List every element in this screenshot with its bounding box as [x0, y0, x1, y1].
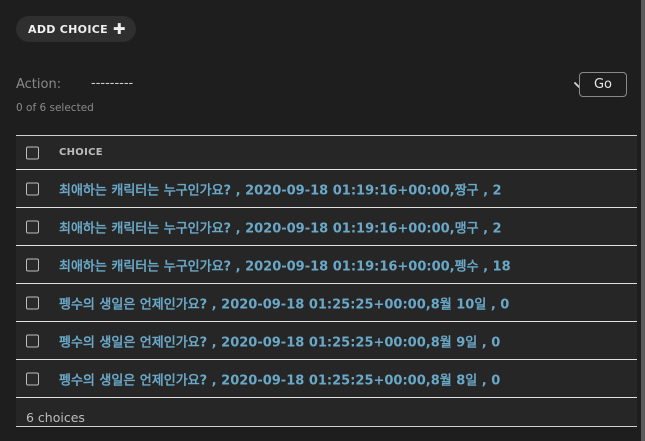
row-checkbox[interactable] [26, 182, 39, 195]
results-table: CHOICE 최애하는 캐릭터는 누구인가요? , 2020-09-18 01:… [16, 135, 637, 427]
action-select[interactable]: --------- [91, 72, 586, 98]
action-label: Action: [16, 77, 62, 92]
row-checkbox[interactable] [26, 220, 39, 233]
row-checkbox[interactable] [26, 372, 39, 385]
add-choice-label: ADD CHOICE [28, 22, 108, 36]
choice-link[interactable]: 최애하는 캐릭터는 누구인가요? , 2020-09-18 01:19:16+0… [59, 179, 502, 198]
choice-link[interactable]: 최애하는 캐릭터는 누구인가요? , 2020-09-18 01:19:16+0… [59, 217, 502, 236]
action-select-value: --------- [91, 76, 134, 91]
table-row: 최애하는 캐릭터는 누구인가요? , 2020-09-18 01:19:16+0… [16, 170, 637, 208]
go-button[interactable]: Go [579, 72, 627, 97]
action-bar: Action: --------- Go [16, 72, 627, 98]
results-count: 6 choices [26, 410, 85, 425]
column-header-choice[interactable]: CHOICE [59, 147, 103, 158]
table-row: 펭수의 생일은 언제인가요? , 2020-09-18 01:25:25+00:… [16, 284, 637, 322]
row-checkbox[interactable] [26, 296, 39, 309]
table-header: CHOICE [16, 136, 637, 170]
selection-counter: 0 of 6 selected [16, 102, 94, 114]
choice-link[interactable]: 최애하는 캐릭터는 누구인가요? , 2020-09-18 01:19:16+0… [59, 255, 511, 274]
row-checkbox[interactable] [26, 334, 39, 347]
add-choice-button[interactable]: ADD CHOICE ✚ [16, 16, 136, 42]
choice-link[interactable]: 펭수의 생일은 언제인가요? , 2020-09-18 01:25:25+00:… [59, 293, 509, 312]
table-row: 펭수의 생일은 언제인가요? , 2020-09-18 01:25:25+00:… [16, 322, 637, 360]
select-all-checkbox[interactable] [26, 146, 39, 159]
row-checkbox[interactable] [26, 258, 39, 271]
scrollbar[interactable] [641, 0, 645, 441]
table-row: 최애하는 캐릭터는 누구인가요? , 2020-09-18 01:19:16+0… [16, 246, 637, 284]
choice-link[interactable]: 펭수의 생일은 언제인가요? , 2020-09-18 01:25:25+00:… [59, 369, 500, 388]
choice-link[interactable]: 펭수의 생일은 언제인가요? , 2020-09-18 01:25:25+00:… [59, 331, 500, 350]
table-row: 최애하는 캐릭터는 누구인가요? , 2020-09-18 01:19:16+0… [16, 208, 637, 246]
plus-icon: ✚ [112, 19, 126, 38]
table-row: 펭수의 생일은 언제인가요? , 2020-09-18 01:25:25+00:… [16, 360, 637, 398]
